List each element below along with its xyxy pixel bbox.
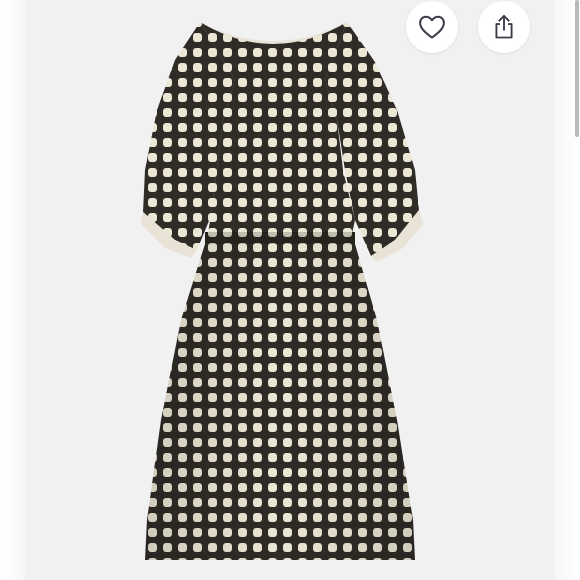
dress-bodice	[200, 22, 355, 238]
like-button[interactable]	[406, 1, 458, 53]
scrollbar-thumb[interactable]	[575, 0, 579, 137]
share-button[interactable]	[478, 1, 530, 53]
dress-photo[interactable]	[25, 0, 555, 580]
scrollbar[interactable]	[574, 0, 580, 580]
left-edge	[0, 0, 25, 580]
share-upload-icon	[495, 14, 513, 39]
product-image-screen	[0, 0, 580, 580]
heart-outline-icon	[419, 15, 445, 39]
